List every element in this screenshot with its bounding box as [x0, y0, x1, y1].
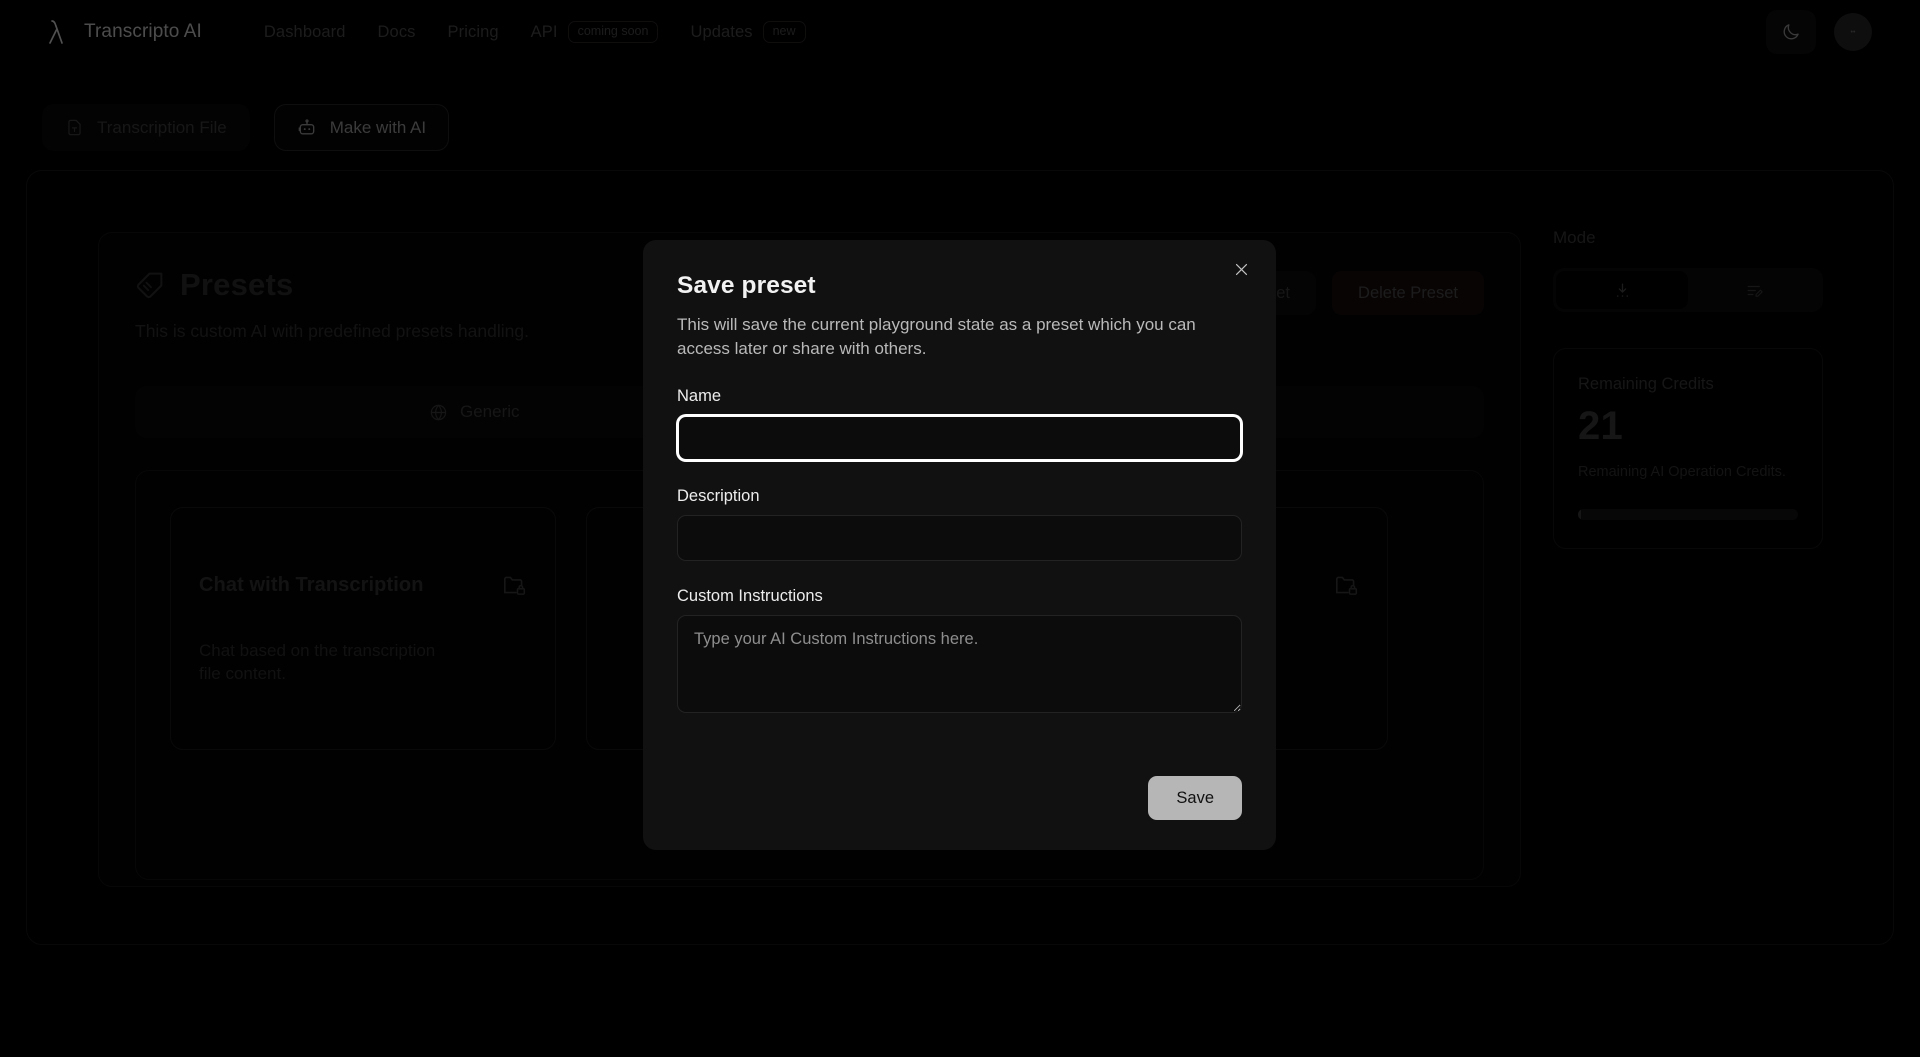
dialog-footer: Save [677, 776, 1242, 820]
name-field-group: Name [677, 387, 1242, 462]
dialog-description: This will save the current playground st… [677, 315, 1196, 359]
description-label: Description [677, 487, 760, 506]
name-label: Name [677, 387, 722, 406]
close-icon[interactable] [1228, 256, 1254, 282]
instructions-field-group: Custom Instructions [677, 587, 1242, 718]
save-preset-dialog: Save preset This will save the current p… [643, 240, 1276, 850]
save-button[interactable]: Save [1148, 776, 1242, 820]
name-input[interactable] [677, 415, 1242, 462]
description-field-group: Description [677, 487, 1242, 562]
dialog-title: Save preset [677, 272, 816, 299]
custom-instructions-textarea[interactable] [677, 615, 1242, 714]
custom-instructions-label: Custom Instructions [677, 587, 823, 606]
app-root: Transcripto AI Dashboard Docs Pricing AP… [0, 0, 1920, 1057]
description-input[interactable] [677, 515, 1242, 562]
